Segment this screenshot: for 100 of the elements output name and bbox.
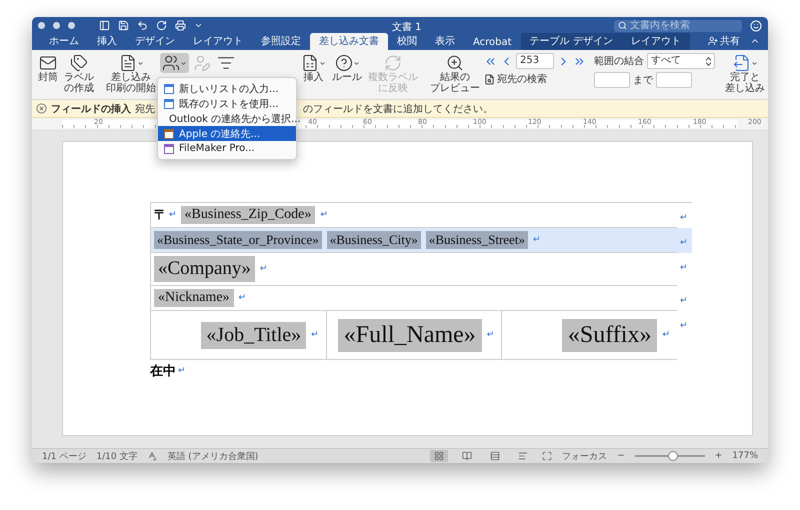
ribbon-tab[interactable]: レイアウト	[184, 33, 252, 50]
ribbon-button[interactable]: 封筒	[36, 53, 60, 84]
window-control-icon[interactable]	[38, 22, 45, 29]
document-text: 〒	[154, 206, 167, 224]
caret-icon	[750, 60, 758, 66]
ribbon-button[interactable]: 差し込み 印刷の開始	[104, 53, 158, 95]
caret-icon	[180, 60, 187, 66]
paragraph-mark: ↵	[178, 366, 186, 376]
ribbon-icon	[70, 54, 88, 72]
merge-range-label: 範囲の結合	[594, 55, 644, 68]
list-icon	[164, 98, 174, 108]
row-end-mark: ↵	[680, 263, 688, 273]
merge-field: «Full_Name»	[338, 318, 482, 352]
row-end-mark: ↵	[680, 296, 688, 306]
merge-field: «Business_Zip_Code»	[180, 206, 316, 224]
merge-field: «Company»	[154, 256, 255, 282]
merge-range-select[interactable]: すべて	[647, 53, 715, 69]
window-title: 文書 1	[392, 20, 422, 34]
slider-thumb[interactable]	[668, 451, 678, 461]
menu-item[interactable]: FileMaker Pro...	[158, 141, 296, 156]
page-count: 1/1 ページ	[42, 450, 86, 462]
ribbon-tab[interactable]: 校閲	[388, 33, 426, 50]
paragraph-mark: ↵	[532, 235, 540, 245]
undo-icon[interactable]	[137, 20, 148, 31]
row-end-mark: ↵	[680, 213, 688, 223]
window-control-icon[interactable]	[53, 22, 60, 29]
row-end-mark: ↵	[680, 238, 688, 248]
paragraph-mark: ↵	[486, 330, 494, 340]
search-icon	[618, 21, 627, 30]
focus-button[interactable]: フォーカス	[562, 450, 608, 462]
menu-item[interactable]: 既存のリストを使用...	[158, 96, 296, 111]
caret-icon	[352, 60, 360, 66]
find-icon	[484, 74, 495, 84]
sidebar-icon[interactable]	[99, 20, 110, 31]
ribbon-tab[interactable]: レイアウト	[622, 33, 690, 50]
share-icon[interactable]	[708, 36, 718, 46]
ribbon-button[interactable]: ラベル の作成	[62, 53, 96, 95]
message-text: のフィールドを文書に追加してください。	[303, 102, 493, 116]
range-start-field[interactable]	[594, 72, 630, 88]
zoom-out-button[interactable]: −	[617, 451, 625, 461]
find-recipient-button[interactable]: 宛先の検索	[484, 72, 586, 86]
ribbon-icon	[39, 54, 57, 72]
account-icon[interactable]	[750, 20, 762, 32]
window-control-icon[interactable]	[68, 22, 75, 29]
paragraph-mark: ↵	[662, 330, 670, 340]
merge-field: «Business_City»	[326, 231, 421, 249]
merge-field: «Nickname»	[154, 289, 234, 307]
updown-icon	[706, 56, 711, 66]
redo-icon[interactable]	[156, 20, 167, 31]
print-layout-icon[interactable]	[430, 450, 448, 462]
proofing-icon[interactable]	[147, 451, 158, 461]
ribbon-button[interactable]: 結果の プレビュー	[428, 53, 482, 95]
paragraph-mark: ↵	[260, 264, 268, 274]
paragraph-mark: ↵	[311, 330, 319, 340]
ribbon-button[interactable]: 挿入	[299, 53, 328, 84]
ribbon-button[interactable]: 完了と 差し込み	[723, 53, 767, 95]
menu-item[interactable]: Apple の連絡先...	[158, 126, 296, 141]
focus-icon[interactable]	[542, 451, 552, 461]
ribbon-tab[interactable]: デザイン	[126, 33, 184, 50]
ribbon-tab[interactable]: 表示	[426, 33, 464, 50]
paragraph-mark: ↵	[320, 210, 328, 220]
document-text: 在中	[150, 362, 176, 380]
close-icon[interactable]	[36, 103, 47, 114]
ribbon-icon	[334, 54, 352, 72]
language-label: 英語 (アメリカ合衆国)	[167, 450, 258, 462]
message-title: フィールドの挿入	[51, 102, 131, 116]
ribbon-tab[interactable]: テーブル デザイン	[520, 33, 622, 50]
word-count: 1/10 文字	[96, 450, 138, 462]
ribbon-button[interactable]: ルール	[330, 53, 364, 84]
ribbon-icon	[193, 54, 211, 72]
caret-icon[interactable]	[194, 21, 203, 30]
paragraph-mark: ↵	[238, 293, 246, 303]
record-field[interactable]: 253	[516, 53, 554, 69]
ribbon-tab[interactable]: Acrobat	[464, 36, 521, 50]
message-text: 宛先	[135, 102, 155, 116]
list-icon	[164, 84, 174, 94]
merge-field: «Business_Street»	[426, 231, 528, 249]
ribbon-icon	[118, 54, 136, 72]
range-to-label: まで	[633, 74, 653, 87]
ribbon-icon	[384, 54, 402, 72]
ribbon-tab[interactable]: ホーム	[40, 33, 88, 50]
print-icon[interactable]	[175, 20, 186, 31]
ribbon-tab[interactable]: 挿入	[88, 33, 126, 50]
save-icon[interactable]	[118, 20, 129, 31]
zoom-in-button[interactable]: +	[714, 451, 722, 461]
paragraph-mark: ↵	[169, 210, 177, 220]
ribbon-icon	[301, 54, 319, 72]
caret-icon	[136, 60, 144, 66]
merge-field: «Suffix»	[562, 318, 658, 352]
ribbon-tab[interactable]: 参照設定	[252, 33, 310, 50]
ribbon-icon	[446, 54, 464, 72]
finish-merge-icon	[732, 54, 750, 72]
list-icon	[164, 144, 174, 154]
ribbon-button[interactable]	[160, 53, 189, 73]
ribbon-tab[interactable]: 差し込み文書	[310, 33, 388, 50]
menu-item[interactable]: 新しいリストの入力...	[158, 81, 296, 96]
share-button[interactable]: 共有	[720, 34, 740, 48]
merge-field: «Business_State_or_Province»	[154, 231, 322, 249]
zoom-percent: 177%	[732, 451, 758, 461]
range-end-field[interactable]	[656, 72, 692, 88]
